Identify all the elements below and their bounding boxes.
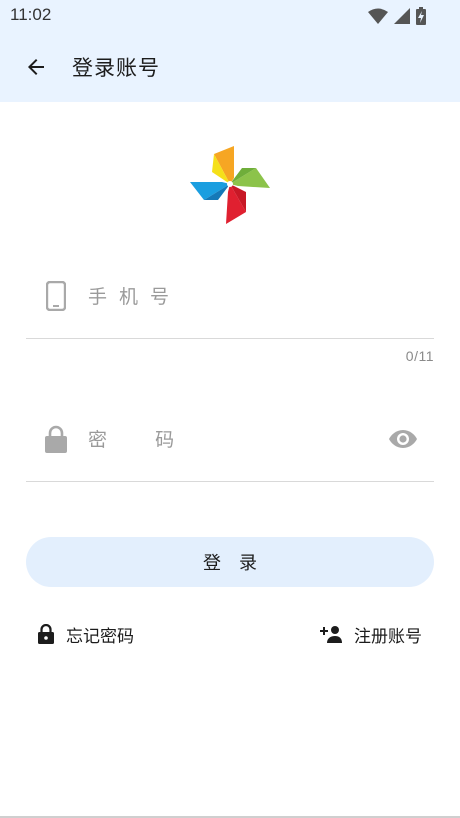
- lock-icon: [38, 624, 54, 644]
- signal-icon: [394, 8, 410, 24]
- back-button[interactable]: [18, 50, 54, 84]
- wifi-icon: [368, 8, 388, 24]
- phone-char-counter: 0/11: [405, 348, 434, 364]
- eye-icon: [389, 430, 417, 448]
- app-logo: [188, 142, 272, 226]
- status-time: 11:02: [10, 5, 52, 24]
- phone-field: [26, 242, 434, 339]
- forgot-password-link[interactable]: 忘记密码: [38, 620, 134, 648]
- arrow-left-icon: [28, 59, 44, 75]
- phone-input[interactable]: [86, 278, 390, 316]
- password-field: [26, 385, 434, 482]
- toggle-password-visibility-button[interactable]: [388, 425, 418, 453]
- status-bar: 11:02: [0, 0, 460, 32]
- register-account-label: 注册账号: [354, 626, 422, 647]
- register-account-link[interactable]: 注册账号: [320, 620, 422, 648]
- app-bar: 登录账号: [0, 32, 460, 102]
- add-person-icon: [320, 626, 342, 643]
- lock-icon: [44, 423, 68, 455]
- phone-icon: [44, 280, 68, 312]
- password-input[interactable]: [86, 421, 390, 459]
- forgot-password-label: 忘记密码: [66, 626, 134, 647]
- battery-charging-icon: [416, 7, 426, 25]
- pinwheel-logo-icon: [190, 146, 270, 224]
- login-button[interactable]: 登录: [26, 537, 434, 587]
- status-icons: [368, 6, 426, 26]
- page-title: 登录账号: [72, 56, 160, 80]
